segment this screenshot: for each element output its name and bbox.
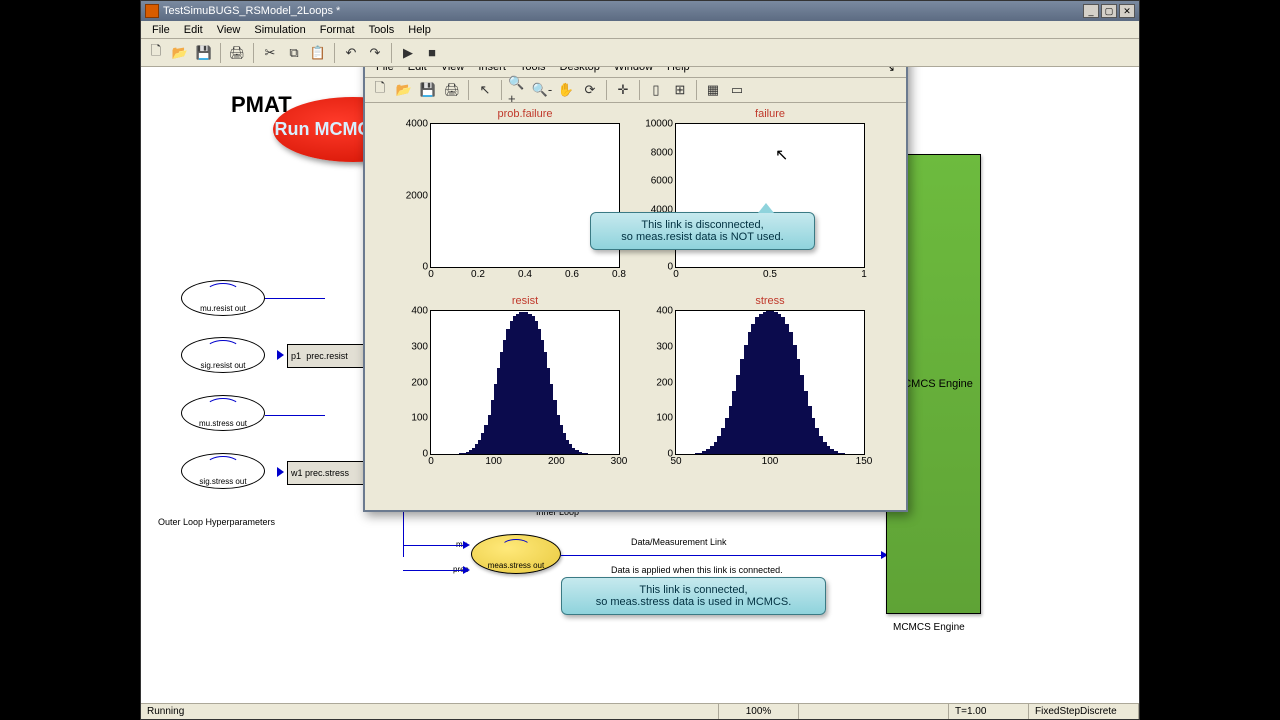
conv-prec-resist[interactable]: p1 prec.resist	[287, 344, 367, 368]
print-icon[interactable]: 🖨	[226, 42, 248, 64]
statusbar: Running 100% T=1.00 FixedStepDiscrete	[141, 703, 1139, 719]
close-button[interactable]: ✕	[1119, 4, 1135, 18]
fig-menu-window[interactable]: Window	[607, 67, 660, 75]
arrow-icon	[463, 566, 470, 574]
status-left: Running	[141, 704, 719, 719]
menu-file[interactable]: File	[145, 22, 177, 38]
fig-rotate-icon[interactable]: ⟳	[579, 79, 601, 101]
link-subtitle: Data is applied when this link is connec…	[611, 565, 783, 575]
fig-menu-desktop[interactable]: Desktop	[553, 67, 607, 75]
fig-zoomin-icon[interactable]: 🔍+	[507, 79, 529, 101]
main-titlebar: TestSimuBUGS_RSModel_2Loops * _ ▢ ✕	[141, 1, 1139, 21]
new-icon[interactable]: 🗋	[145, 42, 167, 64]
status-zoom: 100%	[719, 704, 799, 719]
fig-showplot-icon[interactable]: ▭	[726, 79, 748, 101]
status-solver: FixedStepDiscrete	[1029, 704, 1139, 719]
minimize-button[interactable]: _	[1083, 4, 1099, 18]
prior-sig-resist[interactable]: sig.resist out	[181, 337, 265, 373]
figure-menubar: File Edit View Insert Tools Desktop Wind…	[365, 67, 906, 77]
status-time: T=1.00	[949, 704, 1029, 719]
callout-connected: This link is connected, so meas.stress d…	[561, 577, 826, 615]
main-menubar: File Edit View Simulation Format Tools H…	[141, 21, 1139, 39]
outer-loop-label: Outer Loop Hyperparameters	[158, 517, 275, 527]
signal-line	[403, 545, 463, 546]
redo-icon[interactable]: ↷	[364, 42, 386, 64]
main-toolbar: 🗋 📂 💾 🖨 ✂ ⧉ 📋 ↶ ↷ ▶ ■	[141, 39, 1139, 67]
model-canvas[interactable]: PMAT Run MCMCS Now! mu.resist out sig.re…	[141, 67, 1139, 703]
callout-disconnected: This link is disconnected, so meas.resis…	[590, 212, 815, 250]
menu-help[interactable]: Help	[401, 22, 438, 38]
fig-menu-help[interactable]: Help	[660, 67, 697, 75]
meas-stress-node[interactable]: meas.stress out	[471, 534, 561, 574]
figure-toolbar: 🗋 📂 💾 🖨 ↖ 🔍+ 🔍- ✋ ⟳ ✛ ▯ ⊞ ▦ ▭	[365, 77, 906, 103]
open-icon[interactable]: 📂	[169, 42, 191, 64]
fig-datacursor-icon[interactable]: ✛	[612, 79, 634, 101]
dock-arrow-icon[interactable]: ↘	[879, 67, 902, 76]
inport-arrow	[277, 467, 284, 477]
play-icon[interactable]: ▶	[397, 42, 419, 64]
axes-resist[interactable]: resist 01002003004000100200300	[430, 310, 620, 455]
menu-view[interactable]: View	[210, 22, 248, 38]
prior-mu-stress[interactable]: mu.stress out	[181, 395, 265, 431]
fig-legend-icon[interactable]: ⊞	[669, 79, 691, 101]
maximize-button[interactable]: ▢	[1101, 4, 1117, 18]
simulink-main-window: TestSimuBUGS_RSModel_2Loops * _ ▢ ✕ File…	[140, 0, 1140, 720]
fig-save-icon[interactable]: 💾	[417, 79, 439, 101]
fig-print-icon[interactable]: 🖨	[441, 79, 463, 101]
fig-open-icon[interactable]: 📂	[393, 79, 415, 101]
mcmcs-caption: MCMCS Engine	[893, 622, 965, 633]
save-icon[interactable]: 💾	[193, 42, 215, 64]
undo-icon[interactable]: ↶	[340, 42, 362, 64]
conv-prec-stress[interactable]: w1 prec.stress	[287, 461, 367, 485]
arrow-icon	[463, 541, 470, 549]
fig-pointer-icon[interactable]: ↖	[474, 79, 496, 101]
prior-sig-stress[interactable]: sig.stress out	[181, 453, 265, 489]
signal-line	[403, 570, 463, 571]
link-title: Data/Measurement Link	[631, 537, 727, 547]
menu-tools[interactable]: Tools	[362, 22, 402, 38]
inport-arrow	[277, 350, 284, 360]
figure-window[interactable]: Figure 1: Histograms of Samples _ ▢ ✕ Fi…	[363, 67, 908, 512]
main-window-title: TestSimuBUGS_RSModel_2Loops *	[163, 5, 340, 17]
stop-icon[interactable]: ■	[421, 42, 443, 64]
menu-simulation[interactable]: Simulation	[247, 22, 312, 38]
cut-icon[interactable]: ✂	[259, 42, 281, 64]
fig-menu-view[interactable]: View	[434, 67, 472, 75]
fig-new-icon[interactable]: 🗋	[369, 79, 391, 101]
signal-line	[265, 415, 325, 416]
prior-mu-resist[interactable]: mu.resist out	[181, 280, 265, 316]
data-measurement-link	[561, 555, 886, 556]
paste-icon[interactable]: 📋	[307, 42, 329, 64]
fig-menu-edit[interactable]: Edit	[401, 67, 434, 75]
axes-stress[interactable]: stress 010020030040050100150	[675, 310, 865, 455]
fig-menu-insert[interactable]: Insert	[471, 67, 513, 75]
signal-line	[265, 298, 325, 299]
fig-menu-file[interactable]: File	[369, 67, 401, 75]
menu-edit[interactable]: Edit	[177, 22, 210, 38]
fig-colorbar-icon[interactable]: ▯	[645, 79, 667, 101]
app-icon	[145, 4, 159, 18]
fig-pan-icon[interactable]: ✋	[555, 79, 577, 101]
menu-format[interactable]: Format	[313, 22, 362, 38]
fig-zoomout-icon[interactable]: 🔍-	[531, 79, 553, 101]
copy-icon[interactable]: ⧉	[283, 42, 305, 64]
plot-area: prob.failure 02000400000.20.40.60.8 fail…	[375, 105, 896, 500]
fig-hideplot-icon[interactable]: ▦	[702, 79, 724, 101]
